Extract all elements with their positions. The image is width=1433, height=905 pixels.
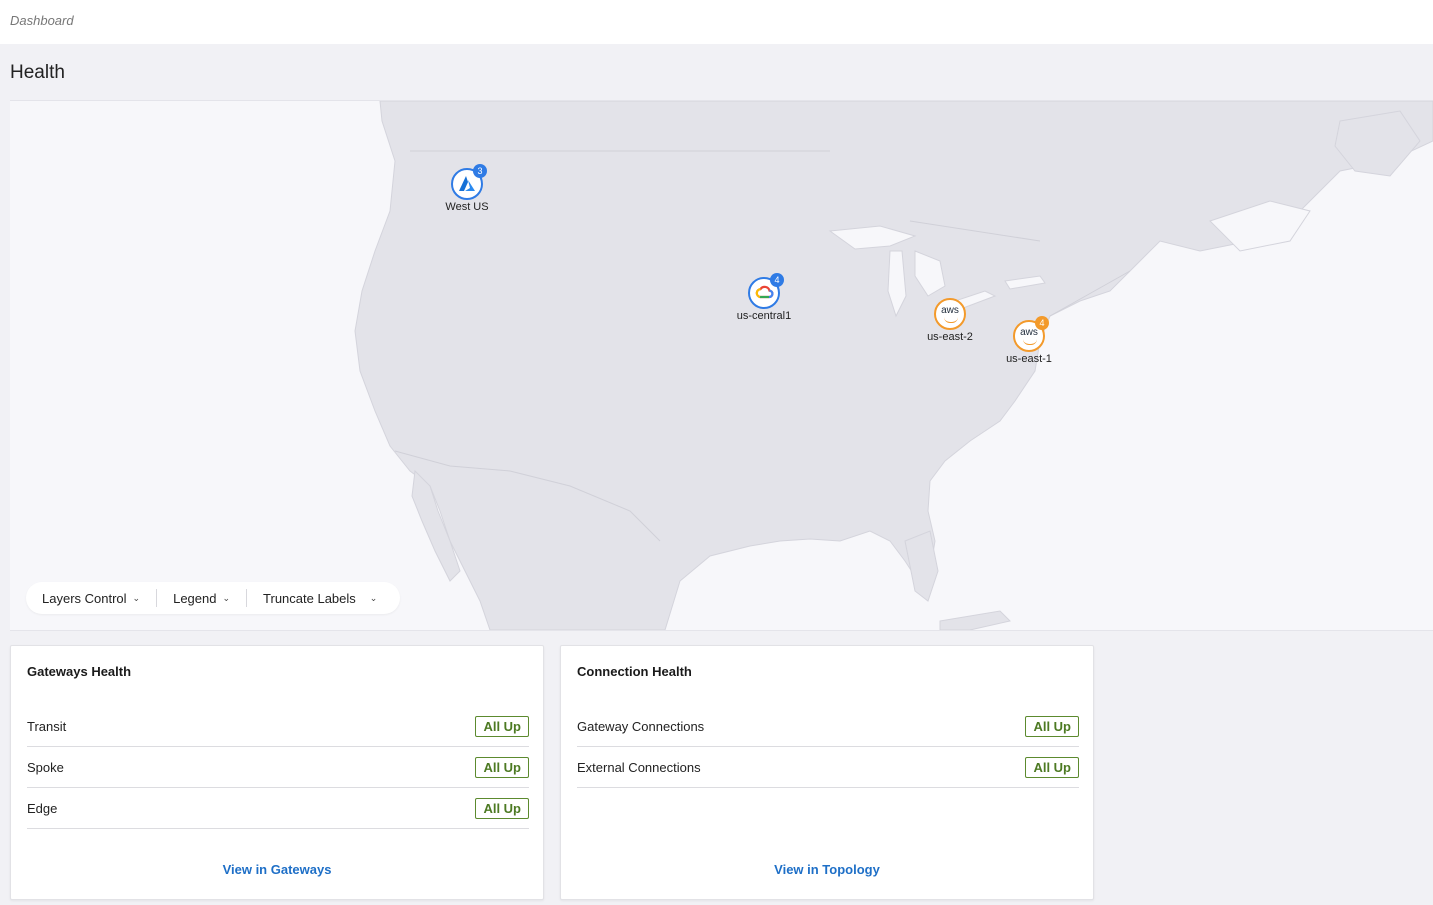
chevron-down-icon: ⌄ [369, 592, 378, 603]
row-label: Gateway Connections [577, 718, 705, 734]
chevron-down-icon: ⌄ [222, 592, 231, 603]
layers-control-dropdown[interactable]: Layers Control ⌄ [26, 589, 156, 607]
list-item: External Connections All Up [577, 747, 1079, 788]
region-marker-us-east-1[interactable]: aws 4 us-east-1 [989, 316, 1069, 365]
status-badge: All Up [475, 715, 529, 737]
card-title: Gateways Health [27, 664, 132, 679]
connection-health-card: Connection Health Gateway Connections Al… [560, 645, 1094, 900]
map-background [354, 101, 1433, 630]
row-label: Transit [27, 718, 67, 734]
gateways-health-card: Gateways Health Transit All Up Spoke All… [10, 645, 544, 900]
marker-count-badge: 4 [770, 273, 784, 287]
top-bar: Dashboard [0, 0, 1433, 44]
list-item: Gateway Connections All Up [577, 706, 1079, 747]
gcp-cloud-icon: 4 [748, 273, 784, 309]
azure-icon: 3 [451, 164, 487, 200]
marker-count-badge: 3 [473, 164, 487, 178]
marker-label: us-central1 [736, 310, 792, 322]
region-marker-us-east-2[interactable]: aws us-east-2 [910, 298, 990, 343]
legend-label: Legend [173, 590, 217, 606]
list-item: Spoke All Up [27, 747, 529, 788]
card-title: Connection Health [577, 664, 692, 679]
aws-icon: aws 4 [1013, 316, 1049, 352]
legend-dropdown[interactable]: Legend ⌄ [156, 589, 246, 607]
row-label: Spoke [27, 759, 64, 775]
region-marker-us-central1[interactable]: 4 us-central1 [724, 273, 804, 322]
truncate-labels-label: Truncate Labels [263, 590, 356, 606]
view-in-topology-link[interactable]: View in Topology [561, 862, 1093, 877]
row-label: External Connections [577, 759, 701, 775]
row-label: Edge [27, 800, 58, 816]
marker-label: us-east-1 [1006, 353, 1052, 365]
status-badge: All Up [475, 797, 529, 819]
land-mass [354, 101, 1433, 630]
list-item: Transit All Up [27, 706, 529, 747]
land-cuba [939, 610, 1011, 630]
chevron-down-icon: ⌄ [132, 592, 141, 603]
status-badge: All Up [1025, 715, 1079, 737]
marker-count-badge: 4 [1035, 316, 1049, 330]
page-title: Health [10, 62, 65, 83]
status-badge: All Up [1025, 756, 1079, 778]
truncate-labels-dropdown[interactable]: Truncate Labels ⌄ [246, 589, 393, 607]
status-badge: All Up [475, 756, 529, 778]
list-item: Edge All Up [27, 788, 529, 829]
region-marker-west-us[interactable]: 3 West US [427, 164, 507, 213]
breadcrumb[interactable]: Dashboard [10, 13, 74, 28]
map-controls-bar: Layers Control ⌄ Legend ⌄ Truncate Label… [26, 582, 400, 614]
view-in-gateways-link[interactable]: View in Gateways [11, 862, 543, 877]
aws-icon: aws [934, 298, 966, 330]
marker-label: West US [445, 201, 489, 213]
marker-label: us-east-2 [927, 331, 973, 343]
layers-control-label: Layers Control [42, 590, 127, 606]
map-panel[interactable]: 3 West US 4 us-central1 aws us-east-2 aw… [10, 100, 1433, 631]
